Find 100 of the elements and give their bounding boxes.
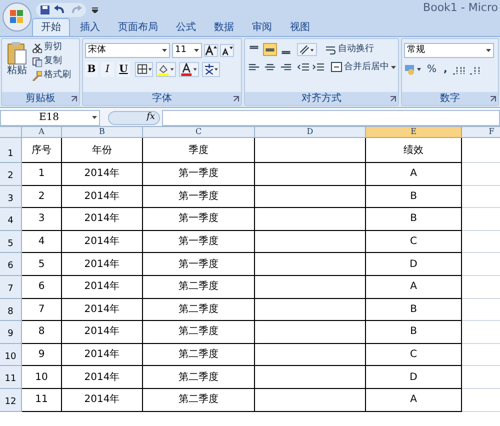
name-box[interactable]: E18 [0, 110, 100, 126]
table-cell: 2014年 [62, 276, 143, 299]
table-cell: 10 [22, 366, 62, 389]
shrink-font-icon[interactable] [220, 44, 234, 57]
table-cell: A [366, 276, 462, 299]
group-label: 字体 [152, 92, 172, 106]
dialog-launcher-icon[interactable] [71, 96, 77, 102]
table-cell: B [366, 298, 462, 322]
wrap-text-icon[interactable] [325, 44, 336, 55]
column-header[interactable]: D [255, 127, 366, 138]
dropdown-icon[interactable] [194, 49, 199, 52]
table-cell: 2014年 [62, 344, 143, 366]
clipboard-button[interactable]: 复制 [32, 55, 71, 68]
row-header[interactable]: 6 [0, 253, 22, 276]
row-header[interactable]: 2 [0, 163, 22, 186]
dropdown-icon[interactable] [162, 49, 167, 52]
wrap-text-button[interactable]: 自动换行 [325, 43, 374, 56]
table-cell: B [366, 208, 462, 231]
dialog-launcher-icon[interactable] [490, 96, 496, 102]
row-header[interactable]: 10 [0, 344, 22, 366]
font-size-value: 11 [175, 44, 186, 57]
table-cell: A [366, 163, 462, 186]
number-format-field[interactable]: 常规 [404, 43, 494, 58]
ribbon-tab[interactable]: 审阅 [244, 18, 280, 36]
comma-button[interactable]: , [442, 62, 450, 77]
table-cell: 2014年 [62, 253, 143, 276]
font-name-field[interactable]: 宋体 [85, 43, 170, 58]
dropdown-icon[interactable] [391, 66, 396, 69]
ribbon-tab[interactable]: 插入 [72, 18, 108, 36]
ribbon-tab[interactable]: 视图 [282, 18, 318, 36]
merge-cells-icon[interactable] [331, 62, 342, 72]
row-header[interactable]: 12 [0, 388, 22, 412]
merge-center-button[interactable]: 合并后居中 [331, 60, 396, 74]
row-header[interactable]: 11 [0, 366, 22, 389]
grow-font-icon[interactable] [204, 44, 218, 57]
table-cell: 第二季度 [143, 298, 255, 322]
fill-color-icon[interactable] [156, 62, 176, 77]
undo-icon[interactable] [54, 5, 66, 15]
column-header[interactable]: F [462, 127, 500, 138]
ribbon-tab[interactable]: 开始 [32, 18, 70, 36]
scissors-icon[interactable] [32, 42, 42, 52]
group-label: 剪贴板 [26, 92, 56, 106]
borders-icon[interactable] [135, 62, 153, 77]
brush-icon[interactable] [32, 70, 42, 80]
row-header[interactable]: 5 [0, 230, 22, 254]
table-cell: D [366, 253, 462, 276]
column-header[interactable]: E [366, 127, 462, 138]
table-cell: 8 [22, 321, 62, 344]
table-cell: 第二季度 [143, 366, 255, 389]
row-header[interactable]: 4 [0, 208, 22, 231]
insert-function-button[interactable]: fx [108, 110, 160, 124]
table-cell: 2014年 [62, 321, 143, 344]
dialog-launcher-icon[interactable] [233, 96, 239, 102]
clipboard-button[interactable]: 格式刷 [32, 69, 71, 82]
row-header[interactable]: 8 [0, 298, 22, 322]
column-header[interactable]: A [22, 127, 62, 138]
ribbon-tab[interactable]: 公式 [168, 18, 204, 36]
formula-input-field[interactable] [162, 110, 500, 126]
table-cell: 第一季度 [143, 208, 255, 231]
copy-icon[interactable] [32, 56, 42, 66]
row-header[interactable]: 9 [0, 321, 22, 344]
table-cell: 1 [22, 163, 62, 186]
customize-dropdown-icon[interactable] [92, 7, 98, 13]
dropdown-icon[interactable] [92, 116, 97, 119]
column-header[interactable]: B [62, 127, 143, 138]
font-color-icon[interactable] [179, 62, 199, 77]
phonetic-icon[interactable] [202, 62, 220, 77]
ribbon-tab[interactable]: 数据 [206, 18, 242, 36]
clipboard-icon[interactable] [7, 41, 27, 65]
table-cell: 2014年 [62, 208, 143, 231]
percent-button[interactable]: % [425, 62, 439, 77]
table-cell: 绩效 [366, 138, 462, 163]
ribbon-tab[interactable]: 页面布局 [110, 18, 166, 36]
table-cell: 第二季度 [143, 276, 255, 299]
dropdown-icon[interactable] [486, 49, 491, 52]
table-cell: 2014年 [62, 388, 143, 412]
row-header[interactable]: 3 [0, 186, 22, 208]
paste-button[interactable]: 粘贴 [4, 41, 30, 92]
table-cell: 第二季度 [143, 344, 255, 366]
name-box-value: E18 [39, 111, 60, 125]
dialog-launcher-icon[interactable] [390, 96, 396, 102]
table-cell: B [366, 186, 462, 208]
font-size-field[interactable]: 11 [172, 43, 202, 58]
row-header[interactable]: 1 [0, 138, 22, 163]
orientation-icon[interactable] [297, 43, 317, 56]
save-icon[interactable] [40, 5, 50, 15]
underline-button[interactable]: U [117, 62, 130, 77]
row-header[interactable]: 7 [0, 276, 22, 299]
column-header[interactable]: C [143, 127, 255, 138]
table-cell: 9 [22, 344, 62, 366]
table-cell: 2014年 [62, 366, 143, 389]
currency-icon[interactable] [404, 63, 422, 76]
table-cell: 年份 [62, 138, 143, 163]
italic-button[interactable]: I [101, 62, 114, 77]
bold-button[interactable]: B [85, 62, 98, 77]
table-cell: 11 [22, 388, 62, 412]
clipboard-button[interactable]: 剪切 [32, 41, 71, 54]
table-cell: 7 [22, 298, 62, 322]
table-cell: 第一季度 [143, 186, 255, 208]
vertical-align-icon[interactable] [263, 43, 277, 56]
